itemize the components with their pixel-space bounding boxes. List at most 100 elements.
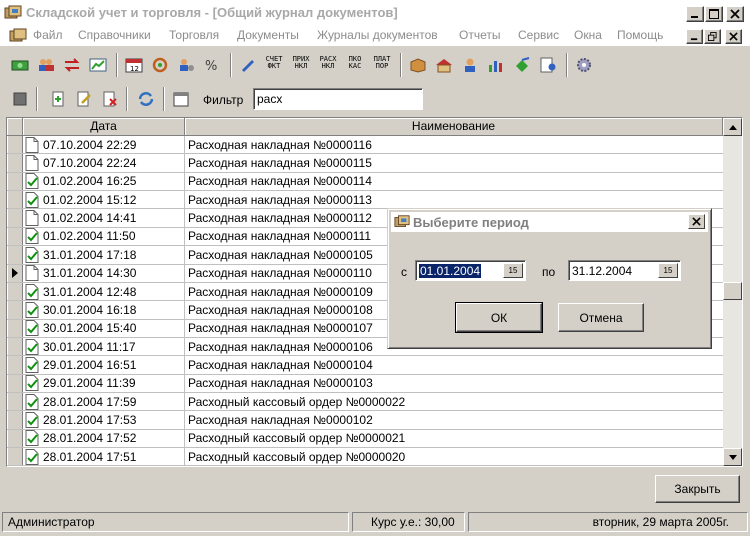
table-row[interactable]: 07.10.2004 22:24 Расходная накладная №000… bbox=[7, 154, 723, 173]
row-indicator bbox=[7, 227, 23, 246]
posted-document-icon bbox=[25, 320, 39, 337]
column-header-date[interactable]: Дата bbox=[23, 118, 185, 136]
minimize-button[interactable] bbox=[686, 6, 704, 22]
table-row[interactable]: 28.01.2004 17:59 Расходный кассовый ордер… bbox=[7, 393, 723, 412]
percent-button[interactable]: % bbox=[201, 54, 223, 76]
refresh-goods-button[interactable] bbox=[149, 54, 171, 76]
transfer-button[interactable] bbox=[61, 54, 83, 76]
dialog-close-button[interactable] bbox=[688, 214, 705, 229]
cell-name: Расходный кассовый ордер №0000020 bbox=[188, 449, 406, 464]
menu-reports[interactable]: Отчеты bbox=[459, 28, 500, 42]
cancel-button[interactable]: Отмена bbox=[558, 303, 644, 332]
period-button[interactable] bbox=[170, 88, 192, 110]
document-icon bbox=[25, 136, 39, 153]
user-settings-button[interactable] bbox=[175, 54, 197, 76]
column-header-name[interactable]: Наименование bbox=[185, 118, 723, 136]
table-row[interactable]: 01.02.2004 15:12 Расходная накладная №000… bbox=[7, 191, 723, 210]
period-dialog: Выберите период с 01.01.2004 15 по 31.12… bbox=[387, 208, 712, 349]
table-row[interactable]: 28.01.2004 17:52 Расходный кассовый ордер… bbox=[7, 429, 723, 449]
money-button[interactable] bbox=[9, 54, 31, 76]
menu-trade[interactable]: Торговля bbox=[169, 28, 219, 42]
posted-document-icon bbox=[25, 228, 39, 245]
status-date: вторник, 29 марта 2005г. bbox=[468, 512, 748, 532]
expense-waybill-button[interactable]: РАСХ НКЛ bbox=[317, 52, 339, 74]
cash-receipt-button[interactable]: ПКО КАС bbox=[344, 52, 366, 74]
date-text: 30.01.2004 15:40 bbox=[43, 321, 137, 336]
edit-document-button[interactable] bbox=[237, 54, 259, 76]
posted-document-icon bbox=[25, 246, 39, 263]
table-row[interactable]: 29.01.2004 11:39 Расходная накладная №000… bbox=[7, 374, 723, 394]
status-bar: Администратор Курс у.е.: 30,00 вторник, … bbox=[0, 509, 750, 534]
menu-help[interactable]: Помощь bbox=[617, 28, 663, 42]
edit-record-button[interactable] bbox=[73, 88, 95, 110]
date-text: 01.02.2004 15:12 bbox=[43, 192, 137, 207]
row-indicator bbox=[7, 282, 23, 301]
menu-file[interactable]: Файл bbox=[33, 28, 63, 42]
close-window-button[interactable] bbox=[726, 6, 744, 22]
export-button[interactable] bbox=[511, 54, 533, 76]
child-close-button[interactable] bbox=[725, 29, 742, 44]
table-row[interactable]: 28.01.2004 17:53 Расходная накладная №000… bbox=[7, 411, 723, 430]
delete-record-button[interactable] bbox=[99, 88, 121, 110]
dialog-title: Выберите период bbox=[413, 215, 529, 230]
menu-service[interactable]: Сервис bbox=[518, 28, 559, 42]
calendar-icon: 12 bbox=[125, 58, 143, 73]
menu-windows[interactable]: Окна bbox=[574, 28, 602, 42]
new-document-button[interactable] bbox=[47, 88, 69, 110]
row-indicator bbox=[7, 264, 23, 282]
table-row[interactable]: 07.10.2004 22:29 Расходная накладная №000… bbox=[7, 136, 723, 155]
table-row[interactable]: 29.01.2004 16:51 Расходная накладная №000… bbox=[7, 356, 723, 375]
scroll-up-button[interactable] bbox=[723, 118, 742, 136]
from-date-field[interactable]: 01.01.2004 15 bbox=[415, 260, 526, 281]
date-text: 28.01.2004 17:53 bbox=[43, 413, 137, 428]
settings-doc-button[interactable] bbox=[537, 54, 559, 76]
partners-button[interactable] bbox=[459, 54, 481, 76]
menu-documents[interactable]: Документы bbox=[237, 28, 299, 42]
cell-name: Расходная накладная №0000103 bbox=[188, 376, 373, 391]
invoice-button[interactable]: СЧЕТ ФКТ bbox=[263, 52, 285, 74]
calendar-button[interactable]: 12 bbox=[123, 54, 145, 76]
receipt-waybill-button-line2: НКЛ bbox=[294, 62, 308, 70]
row-indicator bbox=[7, 448, 23, 466]
date-text: 31.01.2004 14:30 bbox=[43, 266, 137, 281]
from-calendar-button[interactable]: 15 bbox=[503, 263, 523, 278]
filter-label: Фильтр bbox=[203, 93, 244, 107]
child-minimize-button[interactable] bbox=[686, 29, 703, 44]
stop-button[interactable] bbox=[9, 88, 31, 110]
payment-order-button[interactable]: ПЛАТ ПОР bbox=[371, 52, 393, 74]
scroll-thumb[interactable] bbox=[723, 282, 742, 300]
clients-button[interactable] bbox=[35, 54, 57, 76]
filter-input[interactable] bbox=[253, 88, 423, 110]
table-row[interactable]: 28.01.2004 17:51 Расходный кассовый ордер… bbox=[7, 448, 723, 466]
date-text: 28.01.2004 17:52 bbox=[43, 431, 137, 446]
maximize-button[interactable] bbox=[705, 6, 723, 22]
vertical-scrollbar[interactable] bbox=[723, 118, 742, 466]
to-calendar-button[interactable]: 15 bbox=[658, 263, 678, 278]
statistics-button[interactable] bbox=[485, 54, 507, 76]
to-date-field[interactable]: 31.12.2004 15 bbox=[568, 260, 681, 281]
child-restore-button[interactable] bbox=[704, 29, 721, 44]
date-text: 31.01.2004 17:18 bbox=[43, 247, 137, 262]
svg-text:12: 12 bbox=[130, 65, 139, 73]
table-row[interactable]: 01.02.2004 16:25 Расходная накладная №000… bbox=[7, 172, 723, 192]
grid-header: Дата Наименование bbox=[7, 118, 723, 136]
close-journal-button[interactable]: Закрыть bbox=[655, 475, 740, 503]
ok-button[interactable]: ОК bbox=[456, 303, 542, 332]
cell-date: 31.01.2004 12:48 bbox=[23, 282, 185, 301]
receipt-waybill-button[interactable]: ПРИХ НКЛ bbox=[290, 52, 312, 74]
reports-chart-button[interactable] bbox=[87, 54, 109, 76]
cell-date: 28.01.2004 17:51 bbox=[23, 448, 185, 466]
refresh-button[interactable] bbox=[135, 88, 157, 110]
menu-journals[interactable]: Журналы документов bbox=[317, 28, 438, 42]
options-button[interactable] bbox=[573, 54, 595, 76]
export-icon bbox=[516, 57, 530, 72]
warehouse-button[interactable] bbox=[433, 54, 455, 76]
goods-box-button[interactable] bbox=[407, 54, 429, 76]
arrow-down-icon bbox=[728, 454, 737, 460]
cell-name: Расходная накладная №0000104 bbox=[188, 357, 373, 372]
scroll-down-button[interactable] bbox=[723, 448, 742, 466]
window-titlebar: Складской учет и торговля - [Общий журна… bbox=[0, 0, 750, 26]
box-icon bbox=[410, 58, 426, 73]
menu-references[interactable]: Справочники bbox=[78, 28, 151, 42]
cell-date: 01.02.2004 11:50 bbox=[23, 227, 185, 246]
